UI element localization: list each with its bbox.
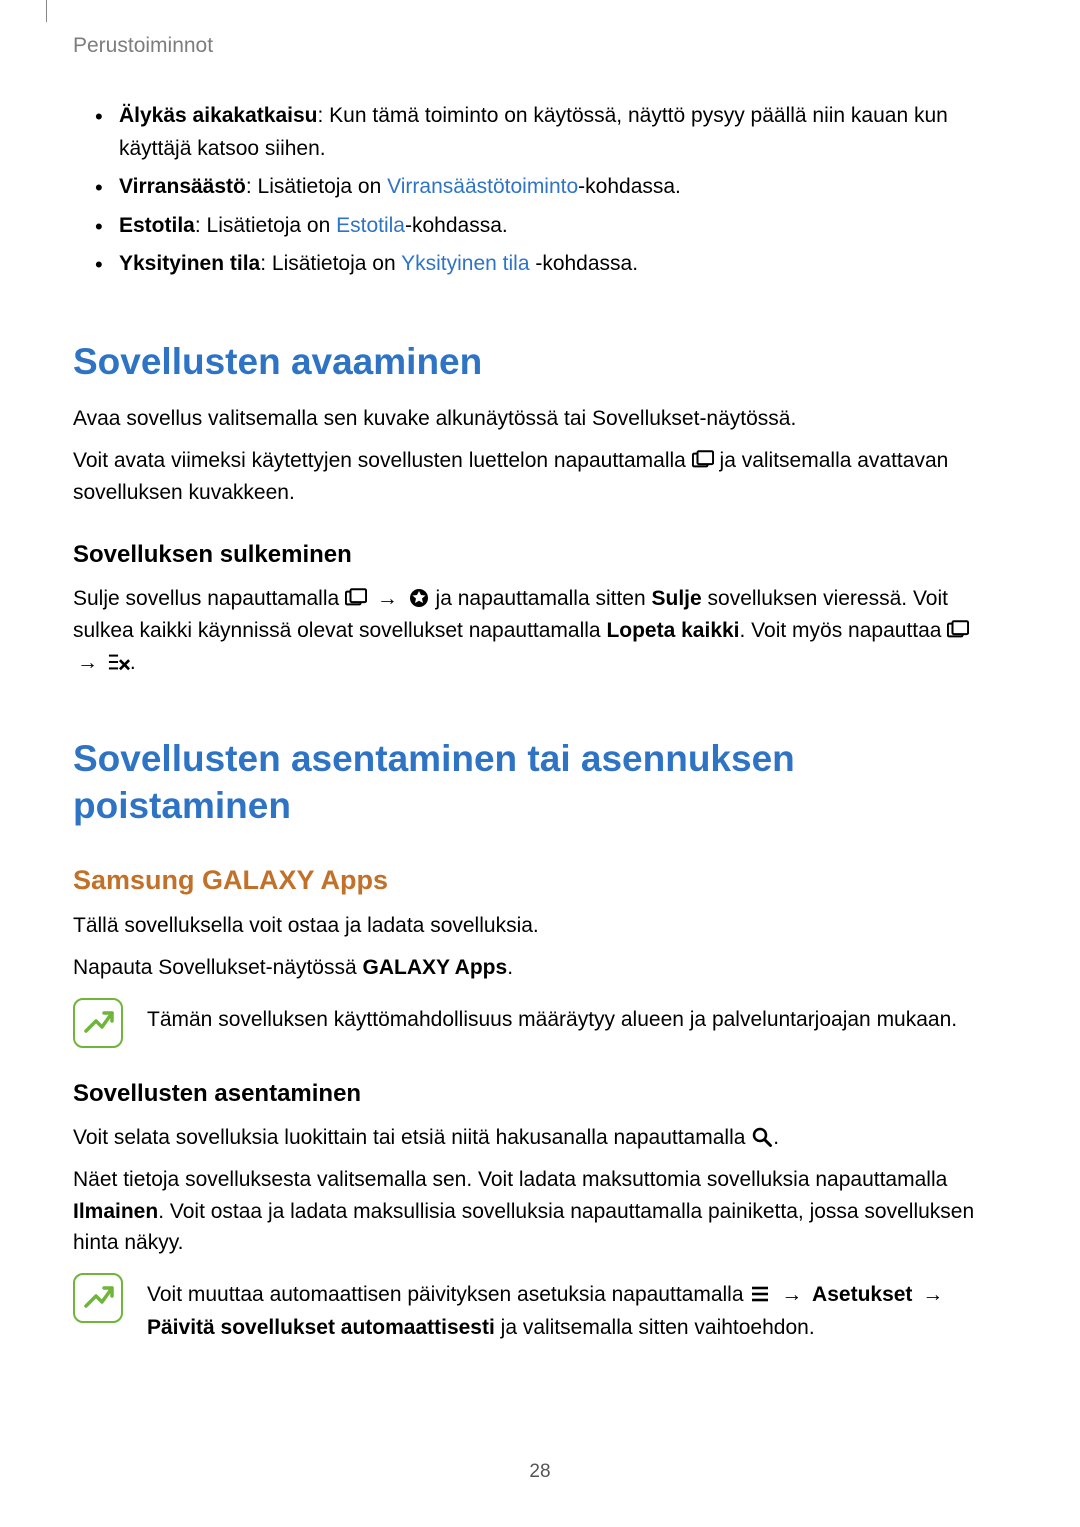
paragraph: Näet tietoja sovelluksesta valitsemalla … [73, 1164, 1007, 1260]
menu-icon [749, 1284, 771, 1304]
paragraph: Voit selata sovelluksia luokittain tai e… [73, 1122, 1007, 1154]
ui-label: GALAXY Apps [363, 956, 508, 979]
text: : Lisätietoja on [246, 175, 387, 198]
text: . [507, 956, 513, 979]
recent-apps-icon [692, 450, 714, 470]
note-text: Tämän sovelluksen käyttömahdollisuus mää… [147, 998, 1007, 1037]
cross-ref-link[interactable]: Yksityinen tila [401, 252, 529, 275]
feature-bullet-list: Älykäs aikakatkaisu: Kun tämä toiminto o… [95, 100, 1007, 281]
arrow-icon: → [781, 1279, 802, 1312]
feature-name: Estotila [119, 214, 195, 237]
feature-name: Älykäs aikakatkaisu [119, 104, 317, 127]
note-icon [73, 1273, 123, 1323]
text: Voit muuttaa automaattisen päivityksen a… [147, 1283, 749, 1306]
section-heading: Sovellusten asentaminen tai asennuksen p… [73, 736, 1007, 829]
cross-ref-link[interactable]: Estotila [336, 214, 405, 237]
note-block: Voit muuttaa automaattisen päivityksen a… [73, 1273, 1007, 1344]
task-manager-icon [408, 588, 430, 608]
text: Sulje sovellus napauttamalla [73, 587, 345, 610]
breadcrumb: Perustoiminnot [73, 34, 213, 58]
paragraph: Avaa sovellus valitsemalla sen kuvake al… [73, 403, 1007, 435]
feature-name: Yksityinen tila [119, 252, 260, 275]
cross-ref-link[interactable]: Virransäästötoiminto [387, 175, 578, 198]
list-item: Estotila: Lisätietoja on Estotila-kohdas… [95, 210, 1007, 243]
arrow-icon: → [922, 1279, 943, 1312]
text: . Voit myös napauttaa [740, 619, 948, 642]
subsection-heading: Sovellusten asentaminen [73, 1080, 1007, 1108]
list-item: Virransäästö: Lisätietoja on Virransääst… [95, 171, 1007, 204]
section-heading: Sovellusten avaaminen [73, 339, 1007, 385]
text: -kohdassa. [578, 175, 681, 198]
recent-apps-icon [345, 588, 367, 608]
paragraph: Sulje sovellus napauttamalla → ja napaut… [73, 583, 1007, 679]
text: -kohdassa. [405, 214, 508, 237]
subsection-heading: Sovelluksen sulkeminen [73, 541, 1007, 569]
ui-label: Ilmainen [73, 1200, 158, 1223]
text: . Voit ostaa ja ladata maksullisia sovel… [73, 1200, 974, 1255]
list-item: Yksityinen tila: Lisätietoja on Yksityin… [95, 248, 1007, 281]
ui-label: Lopeta kaikki [606, 619, 739, 642]
text: Napauta Sovellukset-näytössä [73, 956, 363, 979]
note-icon [73, 998, 123, 1048]
feature-name: Virransäästö [119, 175, 246, 198]
text: : Lisätietoja on [195, 214, 336, 237]
ui-label: Asetukset [812, 1283, 912, 1306]
page-number: 28 [0, 1461, 1080, 1483]
page-edge-mark [46, 0, 47, 22]
text: ja napauttamalla sitten [436, 587, 652, 610]
text: Voit avata viimeksi käytettyjen sovellus… [73, 449, 692, 472]
paragraph: Tällä sovelluksella voit ostaa ja ladata… [73, 910, 1007, 942]
text: ja valitsemalla sitten vaihtoehdon. [495, 1316, 815, 1339]
text: Voit selata sovelluksia luokittain tai e… [73, 1126, 751, 1149]
close-all-icon [108, 652, 130, 672]
search-icon [751, 1127, 773, 1147]
manual-page: Perustoiminnot Älykäs aikakatkaisu: Kun … [0, 0, 1080, 1527]
subsection-heading: Samsung GALAXY Apps [73, 865, 1007, 896]
text: . [773, 1126, 779, 1149]
text: -kohdassa. [530, 252, 639, 275]
arrow-icon: → [377, 583, 398, 615]
paragraph: Napauta Sovellukset-näytössä GALAXY Apps… [73, 952, 1007, 984]
note-text: Voit muuttaa automaattisen päivityksen a… [147, 1273, 1007, 1344]
ui-label: Sulje [652, 587, 702, 610]
text: : Lisätietoja on [260, 252, 401, 275]
list-item: Älykäs aikakatkaisu: Kun tämä toiminto o… [95, 100, 1007, 165]
recent-apps-icon [947, 620, 969, 640]
page-content: Älykäs aikakatkaisu: Kun tämä toiminto o… [73, 100, 1007, 1354]
arrow-icon: → [77, 647, 98, 679]
ui-label: Päivitä sovellukset automaattisesti [147, 1316, 495, 1339]
paragraph: Voit avata viimeksi käytettyjen sovellus… [73, 445, 1007, 509]
note-block: Tämän sovelluksen käyttömahdollisuus mää… [73, 998, 1007, 1048]
text: . [130, 651, 136, 674]
text: Näet tietoja sovelluksesta valitsemalla … [73, 1168, 947, 1191]
